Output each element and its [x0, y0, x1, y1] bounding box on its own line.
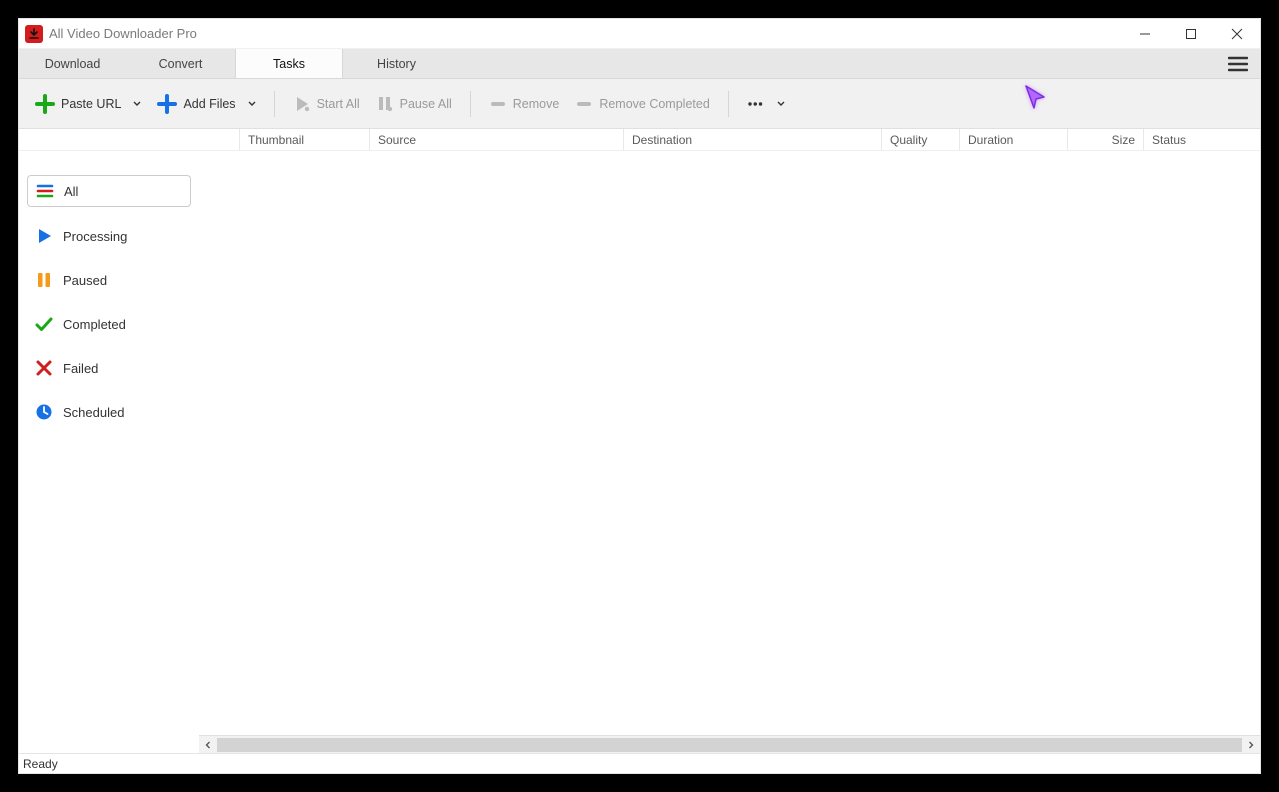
- horizontal-scrollbar[interactable]: [199, 735, 1260, 753]
- filter-scheduled[interactable]: Scheduled: [27, 397, 191, 427]
- scrollbar-track[interactable]: [217, 738, 1242, 752]
- tab-tasks[interactable]: Tasks: [235, 49, 343, 78]
- play-icon: [35, 227, 53, 245]
- separator: [274, 91, 275, 117]
- status-bar: Ready: [19, 753, 1260, 773]
- filter-completed-label: Completed: [63, 317, 126, 332]
- paste-url-label: Paste URL: [61, 97, 121, 111]
- start-all-button[interactable]: Start All: [287, 91, 366, 117]
- column-source[interactable]: Source: [369, 129, 623, 150]
- filter-paused-label: Paused: [63, 273, 107, 288]
- pause-all-button[interactable]: Pause All: [370, 91, 458, 117]
- filter-processing-label: Processing: [63, 229, 127, 244]
- tab-history[interactable]: History: [343, 49, 451, 78]
- tab-convert[interactable]: Convert: [127, 49, 235, 78]
- remove-label: Remove: [513, 97, 560, 111]
- close-button[interactable]: [1214, 19, 1260, 49]
- tab-download[interactable]: Download: [19, 49, 127, 78]
- menu-button[interactable]: [1220, 49, 1256, 79]
- filter-failed[interactable]: Failed: [27, 353, 191, 383]
- filter-failed-label: Failed: [63, 361, 98, 376]
- column-status[interactable]: Status: [1143, 129, 1260, 150]
- toolbar: Paste URL Add Files Start All Pause All: [19, 79, 1260, 129]
- title-bar: All Video Downloader Pro: [19, 19, 1260, 49]
- column-size[interactable]: Size: [1067, 129, 1143, 150]
- filter-scheduled-label: Scheduled: [63, 405, 124, 420]
- column-blank[interactable]: [199, 129, 239, 150]
- maximize-button[interactable]: [1168, 19, 1214, 49]
- list-icon: [36, 182, 54, 200]
- add-files-button[interactable]: Add Files: [151, 90, 261, 118]
- play-icon: [293, 95, 311, 113]
- add-files-label: Add Files: [183, 97, 235, 111]
- chevron-down-icon: [777, 97, 785, 111]
- column-destination[interactable]: Destination: [623, 129, 881, 150]
- remove-button[interactable]: Remove: [483, 91, 566, 117]
- separator: [470, 91, 471, 117]
- minus-icon: [575, 95, 593, 113]
- status-text: Ready: [23, 757, 58, 771]
- filter-paused[interactable]: Paused: [27, 265, 191, 295]
- chevron-down-icon: [133, 97, 141, 111]
- column-thumbnail[interactable]: Thumbnail: [239, 129, 369, 150]
- pause-icon: [35, 271, 53, 289]
- plus-icon: [35, 94, 55, 114]
- paste-url-button[interactable]: Paste URL: [29, 90, 147, 118]
- minimize-button[interactable]: [1122, 19, 1168, 49]
- minus-icon: [489, 95, 507, 113]
- column-headers: Thumbnail Source Destination Quality Dur…: [19, 129, 1260, 151]
- plus-icon: [157, 94, 177, 114]
- x-icon: [35, 359, 53, 377]
- remove-completed-button[interactable]: Remove Completed: [569, 91, 715, 117]
- more-icon: [747, 95, 765, 113]
- app-icon: [25, 25, 43, 43]
- filter-all-label: All: [64, 184, 78, 199]
- filter-all[interactable]: All: [27, 175, 191, 207]
- chevron-down-icon: [248, 97, 256, 111]
- remove-completed-label: Remove Completed: [599, 97, 709, 111]
- column-quality[interactable]: Quality: [881, 129, 959, 150]
- separator: [728, 91, 729, 117]
- scroll-left-button[interactable]: [199, 736, 217, 754]
- more-button[interactable]: [741, 91, 791, 117]
- content-area: All Processing Paused Completed: [19, 151, 1260, 735]
- start-all-label: Start All: [317, 97, 360, 111]
- filter-sidebar: All Processing Paused Completed: [19, 151, 199, 735]
- filter-completed[interactable]: Completed: [27, 309, 191, 339]
- pause-all-label: Pause All: [400, 97, 452, 111]
- column-duration[interactable]: Duration: [959, 129, 1067, 150]
- filter-processing[interactable]: Processing: [27, 221, 191, 251]
- check-icon: [35, 315, 53, 333]
- tab-bar: Download Convert Tasks History: [19, 49, 1260, 79]
- task-list-body: [199, 151, 1260, 735]
- scroll-right-button[interactable]: [1242, 736, 1260, 754]
- window-title: All Video Downloader Pro: [49, 26, 197, 41]
- clock-icon: [35, 403, 53, 421]
- app-window: All Video Downloader Pro Download Conver…: [18, 18, 1261, 774]
- pause-icon: [376, 95, 394, 113]
